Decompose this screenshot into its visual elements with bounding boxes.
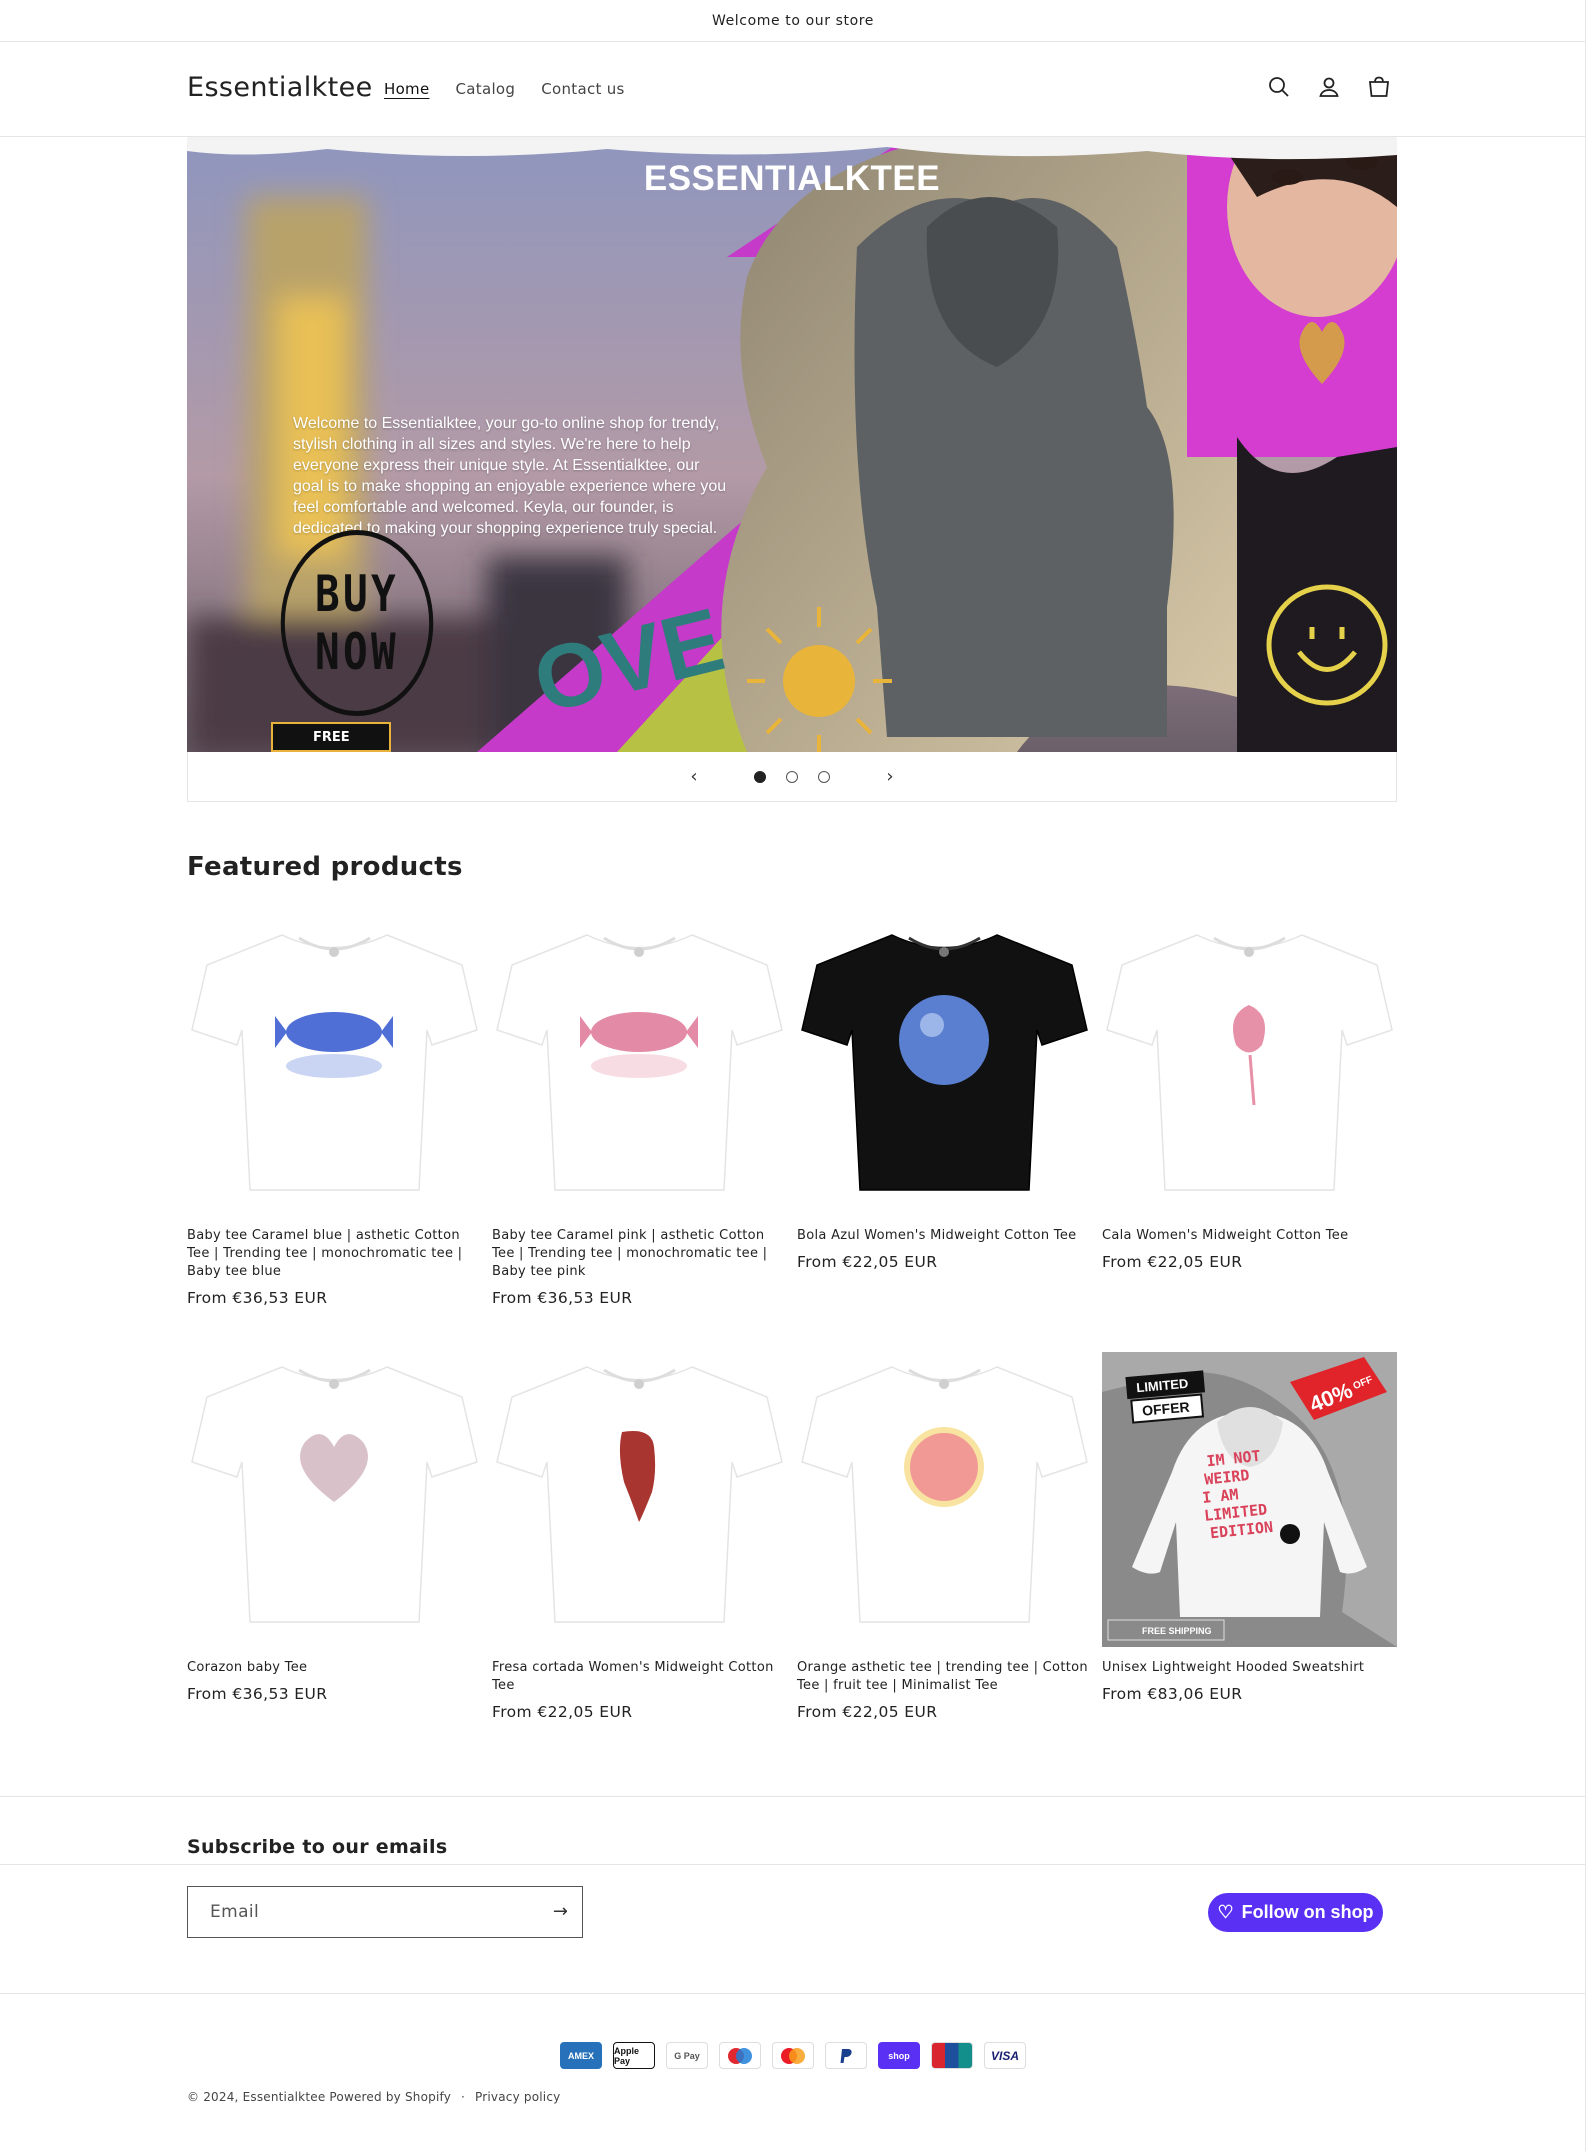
unionpay-icon — [931, 2042, 973, 2069]
announcement-text: Welcome to our store — [711, 12, 875, 29]
product-name[interactable]: Corazon baby Tee — [187, 1659, 482, 1677]
next-slide-icon[interactable]: › — [870, 766, 910, 787]
buy-label: BUY — [315, 565, 399, 623]
product-name[interactable]: Orange asthetic tee | trending tee | Cot… — [797, 1659, 1092, 1695]
site-header: Essentialktee Home Catalog Contact us — [0, 42, 1586, 137]
product-card[interactable]: Bola Azul Women's Midweight Cotton Tee F… — [797, 920, 1092, 1271]
header-icons — [1265, 72, 1393, 102]
tshirt-image — [496, 934, 783, 1191]
tshirt-image — [191, 1366, 478, 1623]
product-price: From €22,05 EUR — [1102, 1253, 1243, 1271]
amex-icon: AMEX — [560, 2042, 602, 2069]
free-shipping-label: FREE SHIPPING — [1142, 1626, 1212, 1636]
product-card[interactable]: Baby tee Caramel pink | asthetic Cotton … — [492, 920, 787, 1307]
follow-label: Follow on shop — [1241, 1902, 1374, 1922]
newsletter-form: → — [187, 1886, 583, 1938]
nav-contact[interactable]: Contact us — [541, 80, 624, 98]
product-name[interactable]: Bola Azul Women's Midweight Cotton Tee — [797, 1227, 1092, 1245]
apple-pay-icon: Apple Pay — [613, 2042, 655, 2069]
product-name[interactable]: Fresa cortada Women's Midweight Cotton T… — [492, 1659, 787, 1695]
slide-dot-2[interactable] — [786, 770, 798, 783]
free-shipping-badge: FREE — [271, 722, 391, 752]
hoodie-promo-image: IM NOT WEIRD I AM LIMITED EDITION LIMITE… — [1102, 1352, 1397, 1647]
product-card[interactable]: Fresa cortada Women's Midweight Cotton T… — [492, 1352, 787, 1721]
hero-title: ESSENTIALKTEE — [643, 159, 941, 198]
shirt-print — [904, 1427, 984, 1507]
tshirt-image — [801, 934, 1088, 1191]
slide-dot-3[interactable] — [818, 770, 830, 783]
product-name[interactable]: Baby tee Caramel pink | asthetic Cotton … — [492, 1227, 787, 1281]
visa-icon: VISA — [984, 2042, 1026, 2069]
nav-catalog[interactable]: Catalog — [456, 80, 516, 98]
product-card[interactable]: Cala Women's Midweight Cotton Tee From €… — [1102, 920, 1397, 1271]
email-input[interactable] — [188, 1902, 518, 1922]
product-image[interactable] — [187, 920, 482, 1215]
paypal-icon — [825, 2042, 867, 2069]
product-image-promo[interactable]: IM NOT WEIRD I AM LIMITED EDITION LIMITE… — [1102, 1352, 1397, 1647]
google-pay-icon: G Pay — [666, 2042, 708, 2069]
product-card[interactable]: Corazon baby Tee From €36,53 EUR — [187, 1352, 482, 1703]
product-card[interactable]: IM NOT WEIRD I AM LIMITED EDITION LIMITE… — [1102, 1352, 1397, 1703]
featured-title: Featured products — [187, 852, 463, 882]
product-image[interactable] — [492, 1352, 787, 1647]
product-price: From €22,05 EUR — [492, 1703, 633, 1721]
product-price: From €22,05 EUR — [797, 1253, 938, 1271]
product-image[interactable] — [492, 920, 787, 1215]
account-icon[interactable] — [1315, 72, 1343, 102]
product-price: From €36,53 EUR — [187, 1685, 328, 1703]
footer-separator: · — [461, 2090, 466, 2104]
product-name[interactable]: Unisex Lightweight Hooded Sweatshirt — [1102, 1659, 1397, 1677]
product-image[interactable] — [187, 1352, 482, 1647]
divider — [0, 1864, 1586, 1865]
powered-by-link[interactable]: Powered by Shopify — [329, 2090, 451, 2104]
tshirt-image — [496, 1366, 783, 1623]
slideshow-controls: ‹ › — [187, 752, 1397, 802]
shop-pay-icon: shop — [878, 2042, 920, 2069]
payment-icons: AMEX Apple Pay G Pay shop VISA — [560, 2042, 1026, 2069]
product-image[interactable] — [1102, 920, 1397, 1215]
mastercard-icon — [772, 2042, 814, 2069]
main-nav: Home Catalog Contact us — [384, 80, 651, 98]
product-name[interactable]: Cala Women's Midweight Cotton Tee — [1102, 1227, 1397, 1245]
search-icon[interactable] — [1265, 72, 1293, 102]
heart-icon: ♡ — [1217, 1902, 1234, 1922]
tshirt-image — [801, 1366, 1088, 1623]
nav-home[interactable]: Home — [384, 80, 430, 98]
product-price: From €83,06 EUR — [1102, 1685, 1243, 1703]
divider — [0, 1993, 1586, 1994]
product-price: From €36,53 EUR — [187, 1289, 328, 1307]
product-image[interactable] — [797, 1352, 1092, 1647]
follow-on-shop-button[interactable]: ♡ Follow on shop — [1208, 1893, 1383, 1932]
free-label: FREE — [313, 730, 350, 745]
product-card[interactable]: Baby tee Caramel blue | asthetic Cotton … — [187, 920, 482, 1307]
shirt-print — [899, 995, 989, 1085]
now-label: NOW — [315, 623, 399, 681]
product-image[interactable] — [797, 920, 1092, 1215]
privacy-policy-link[interactable]: Privacy policy — [475, 2090, 560, 2104]
cart-icon[interactable] — [1365, 72, 1393, 102]
product-card[interactable]: Orange asthetic tee | trending tee | Cot… — [797, 1352, 1092, 1721]
prev-slide-icon[interactable]: ‹ — [674, 766, 714, 787]
announcement-bar: Welcome to our store — [0, 0, 1586, 42]
divider — [0, 1796, 1586, 1797]
tshirt-image — [1106, 934, 1393, 1191]
product-price: From €22,05 EUR — [797, 1703, 938, 1721]
newsletter-title: Subscribe to our emails — [187, 1836, 448, 1858]
store-logo[interactable]: Essentialktee — [187, 72, 373, 103]
copyright-text[interactable]: © 2024, Essentialktee — [187, 2090, 325, 2104]
hero-description: Welcome to Essentialktee, your go-to onl… — [293, 415, 727, 537]
tshirt-image — [191, 934, 478, 1191]
hero-slideshow[interactable]: OVE ESSENTIALKTEE Welcome to Essentialkt… — [187, 137, 1397, 752]
slide-dot-1[interactable] — [754, 770, 766, 783]
maestro-icon — [719, 2042, 761, 2069]
product-name[interactable]: Baby tee Caramel blue | asthetic Cotton … — [187, 1227, 482, 1281]
arrow-right-icon[interactable]: → — [553, 1901, 568, 1922]
product-price: From €36,53 EUR — [492, 1289, 633, 1307]
buy-now-badge[interactable]: BUY NOW — [280, 530, 434, 716]
footer-copyright: © 2024, Essentialktee Powered by Shopify… — [187, 2090, 560, 2104]
slide-dots — [754, 770, 830, 783]
